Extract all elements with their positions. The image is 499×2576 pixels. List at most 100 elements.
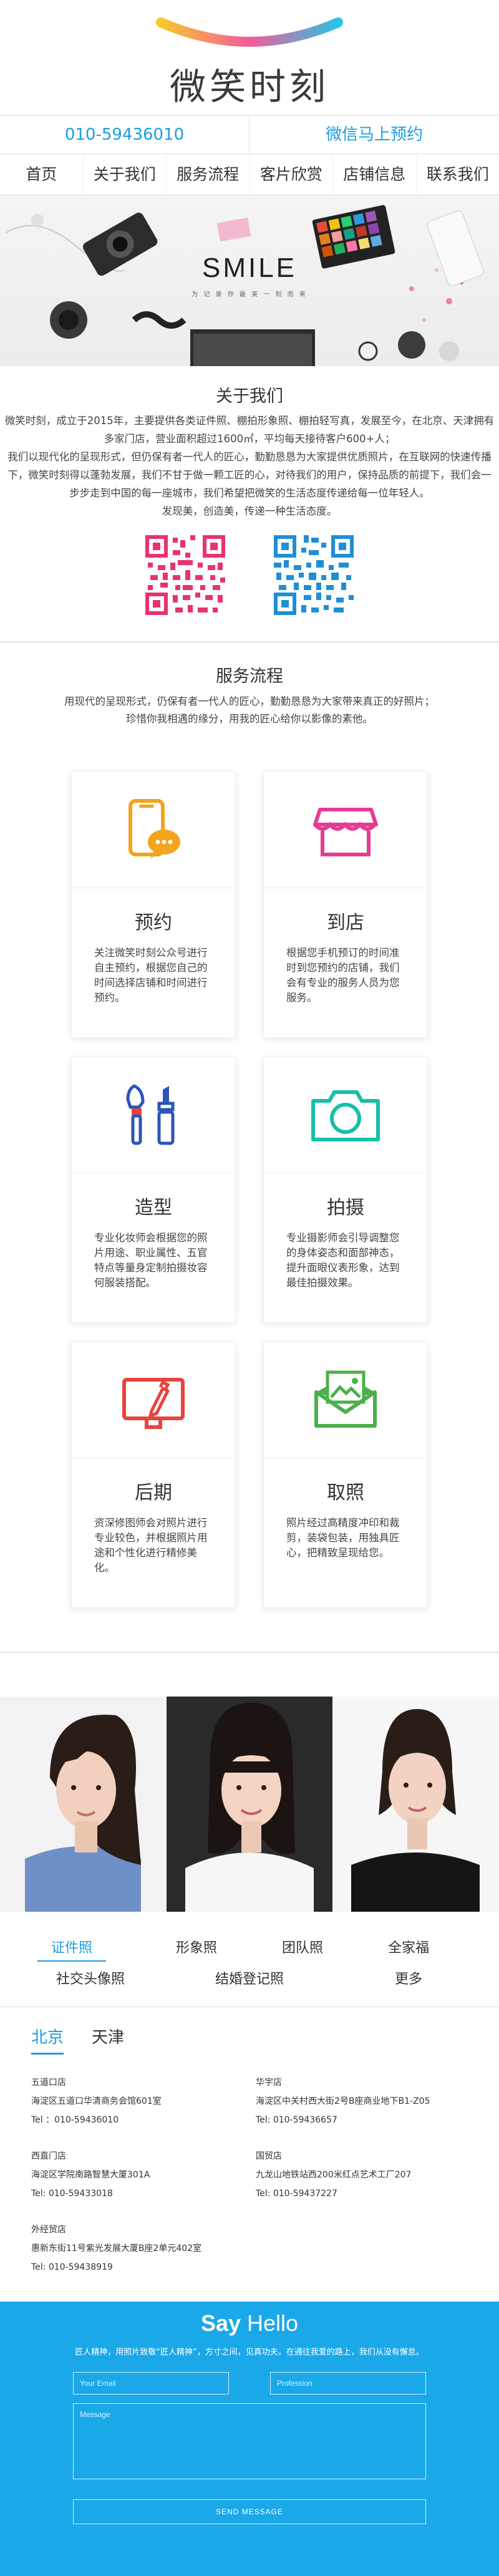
camera-icon: [308, 1081, 383, 1150]
store-item: 国贸店 九龙山地铁站西200米红点艺术工厂207 Tel: 010-594372…: [256, 2147, 480, 2203]
services-section: 服务流程 用现代的呈现形式，仍保有者一代人的匠心，勤勤恳恳为大家带来真正的好照片…: [0, 642, 499, 1652]
portrait-photo-light-bg: [0, 1697, 167, 1912]
banner-subline: 为 记 录 你 最 美 一 刻 而 来: [0, 289, 499, 298]
storefront-icon: [311, 796, 380, 864]
nav-stores[interactable]: 店铺信息: [333, 154, 417, 195]
store-list: 五道口店 海淀区五道口华清商务会馆601室 Tel ：010-59436010 …: [31, 2073, 499, 2277]
store-tel[interactable]: Tel: 010-59436657: [256, 2111, 480, 2129]
service-description: 根据您手机预订的时间准时到您预约的店铺，我们会有专业的服务人员为您服务。: [264, 934, 427, 1005]
service-name: 取照: [264, 1477, 427, 1504]
qr-code-row: [0, 533, 499, 617]
about-paragraph-3: 发现美，创造美，传递一种生活态度。: [0, 502, 499, 520]
store-item: 外经贸店 惠新东街11号紫光发展大厦B座2单元402室 Tel: 010-594…: [31, 2220, 256, 2277]
service-icon-box: [72, 1342, 235, 1458]
store-tel[interactable]: Tel ：010-59436010: [31, 2111, 256, 2129]
say-hello-light: Hello: [247, 2310, 298, 2336]
city-tabs: 北京 天津: [31, 2025, 499, 2055]
service-card-pickup[interactable]: 取照 照片经过高精度冲印和裁剪，装袋包装，用独具匠心，把精致呈现给您。: [263, 1342, 428, 1608]
phone-link[interactable]: 010-59436010: [0, 115, 250, 154]
say-hello-bold: Say: [201, 2310, 241, 2336]
send-message-button[interactable]: SEND MESSAGE: [73, 2499, 426, 2524]
service-card-booking[interactable]: 预约 关注微笑时刻公众号进行自主预约，根据您自己的时间选择店铺和时间进行预约。: [71, 772, 236, 1038]
service-name: 预约: [72, 907, 235, 934]
services-intro-line-1: 用现代的呈现形式，仍保有者一代人的匠心，勤勤恳恳为大家带来真正的好照片；: [0, 693, 499, 710]
store-name: 国贸店: [256, 2147, 480, 2166]
tab-team-photo[interactable]: 团队照: [250, 1937, 356, 1962]
photo-envelope-icon: [311, 1366, 380, 1435]
tab-social-avatar[interactable]: 社交头像照: [37, 1968, 143, 1992]
makeup-brush-icon: [119, 1081, 188, 1150]
service-name: 拍摄: [264, 1192, 427, 1219]
logo-area: 微笑时刻: [0, 0, 499, 115]
tab-more[interactable]: 更多: [356, 1968, 462, 1992]
sample-photo-1[interactable]: [0, 1697, 167, 1912]
store-name: 外经贸店: [31, 2220, 256, 2239]
store-address: 海淀区五道口华清商务会馆601室: [31, 2092, 256, 2111]
store-tel[interactable]: Tel: 010-59433018: [31, 2184, 256, 2203]
message-field[interactable]: [73, 2403, 426, 2479]
service-description: 专业摄影师会引导调整您的身体姿态和面部神态，提升面眼仪表形象，达到最佳拍摄效果。: [264, 1219, 427, 1290]
about-section: 关于我们 微笑时刻，成立于2015年，主要提供各类证件照、棚拍形象照、棚拍轻写真…: [0, 366, 499, 617]
say-hello-subtitle: 匠人精神，用照片致敬“匠人精神”，方寸之间，见真功夫。在通往我爱的路上，我们从没…: [0, 2345, 499, 2357]
service-icon-box: [264, 772, 427, 888]
tab-image-photo[interactable]: 形象照: [143, 1937, 250, 1962]
service-name: 到店: [264, 907, 427, 934]
store-address: 海淀区学院南路智慧大厦301A: [31, 2166, 256, 2184]
qr-code-blue-icon: [271, 533, 356, 617]
service-description: 资深修图师会对照片进行专业较色，并根据照片用途和个性化进行精修美化。: [72, 1504, 235, 1576]
service-card-retouch[interactable]: 后期 资深修图师会对照片进行专业较色，并根据照片用途和个性化进行精修美化。: [71, 1342, 236, 1608]
service-card-styling[interactable]: 造型 专业化妆师会根据您的照片用途、职业属性、五官特点等量身定制拍摄妆容何服装搭…: [71, 1057, 236, 1323]
store-tel[interactable]: Tel: 010-59437227: [256, 2184, 480, 2203]
main-nav: 首页 关于我们 服务流程 客片欣赏 店铺信息 联系我们: [0, 154, 499, 195]
service-description: 关注微笑时刻公众号进行自主预约，根据您自己的时间选择店铺和时间进行预约。: [72, 934, 235, 1005]
email-field[interactable]: [73, 2372, 229, 2394]
tab-family-photo[interactable]: 全家福: [356, 1937, 462, 1962]
gallery-photos: [0, 1697, 499, 1912]
services-intro-line-2: 珍惜你我相遇的缘分，用我的匠心给你以影像的素他。: [0, 710, 499, 728]
wechat-booking-link[interactable]: 微信马上预约: [250, 115, 499, 154]
portrait-photo-white-bg: [332, 1697, 499, 1912]
service-card-shooting[interactable]: 拍摄 专业摄影师会引导调整您的身体姿态和面部神态，提升面眼仪表形象，达到最佳拍摄…: [263, 1057, 428, 1323]
about-paragraph-1: 微笑时刻，成立于2015年，主要提供各类证件照、棚拍形象照、棚拍轻写真，发展至今…: [0, 412, 499, 448]
about-paragraph-2: 我们以现代化的呈现形式，但仍保有者一代人的匠心，勤勤恳恳为大家提供优质照片，在互…: [0, 448, 499, 502]
wechat-qr-code[interactable]: [271, 533, 356, 617]
store-address: 九龙山地铁站西200米红点艺术工厂207: [256, 2166, 480, 2184]
nav-about[interactable]: 关于我们: [84, 154, 167, 195]
gallery-category-tabs: 证件照 形象照 团队照 全家福 社交头像照 结婚登记照 更多: [37, 1937, 462, 1992]
tab-id-photo[interactable]: 证件照: [37, 1937, 106, 1962]
service-card-arrival[interactable]: 到店 根据您手机预订的时间准时到您预约的店铺，我们会有专业的服务人员为您服务。: [263, 772, 428, 1038]
service-icon-box: [264, 1342, 427, 1458]
logo-text: 微笑时刻: [0, 57, 499, 110]
sample-photo-3[interactable]: [332, 1697, 499, 1912]
banner-headline: SMILE: [0, 253, 499, 284]
sample-photo-2[interactable]: [167, 1697, 333, 1912]
service-icon-box: [72, 1057, 235, 1173]
store-tel[interactable]: Tel: 010-59438919: [31, 2258, 256, 2277]
profession-field[interactable]: [270, 2372, 426, 2394]
nav-contact[interactable]: 联系我们: [417, 154, 499, 195]
contact-bar: 010-59436010 微信马上预约: [0, 115, 499, 154]
city-tab-beijing[interactable]: 北京: [31, 2025, 64, 2055]
store-name: 华宇店: [256, 2073, 480, 2092]
hero-banner: SMILE 为 记 录 你 最 美 一 刻 而 来: [0, 195, 499, 366]
page: 微笑时刻 010-59436010 微信马上预约 首页 关于我们 服务流程 客片…: [0, 0, 499, 2576]
service-icon-box: [264, 1057, 427, 1173]
service-description: 照片经过高精度冲印和裁剪，装袋包装，用独具匠心，把精致呈现给您。: [264, 1504, 427, 1561]
contact-form: SEND MESSAGE: [73, 2372, 426, 2524]
tab-marriage-photo[interactable]: 结婚登记照: [143, 1968, 356, 1992]
service-name: 造型: [72, 1192, 235, 1219]
services-title: 服务流程: [0, 662, 499, 687]
store-item: 五道口店 海淀区五道口华清商务会馆601室 Tel ：010-59436010: [31, 2073, 256, 2129]
store-address: 海淀区中关村西大街2号B座商业地下B1-Z05: [256, 2092, 480, 2111]
phone-chat-icon: [119, 796, 188, 864]
nav-home[interactable]: 首页: [0, 154, 84, 195]
service-name: 后期: [72, 1477, 235, 1504]
weibo-qr-code[interactable]: [143, 533, 228, 617]
store-name: 五道口店: [31, 2073, 256, 2092]
gallery-section: 证件照 形象照 团队照 全家福 社交头像照 结婚登记照 更多: [0, 1653, 499, 1992]
store-item: 华宇店 海淀区中关村西大街2号B座商业地下B1-Z05 Tel: 010-594…: [256, 2073, 480, 2129]
nav-services[interactable]: 服务流程: [167, 154, 250, 195]
nav-gallery[interactable]: 客片欣赏: [250, 154, 334, 195]
city-tab-tianjin[interactable]: 天津: [92, 2025, 124, 2055]
monitor-pen-icon: [119, 1366, 188, 1435]
